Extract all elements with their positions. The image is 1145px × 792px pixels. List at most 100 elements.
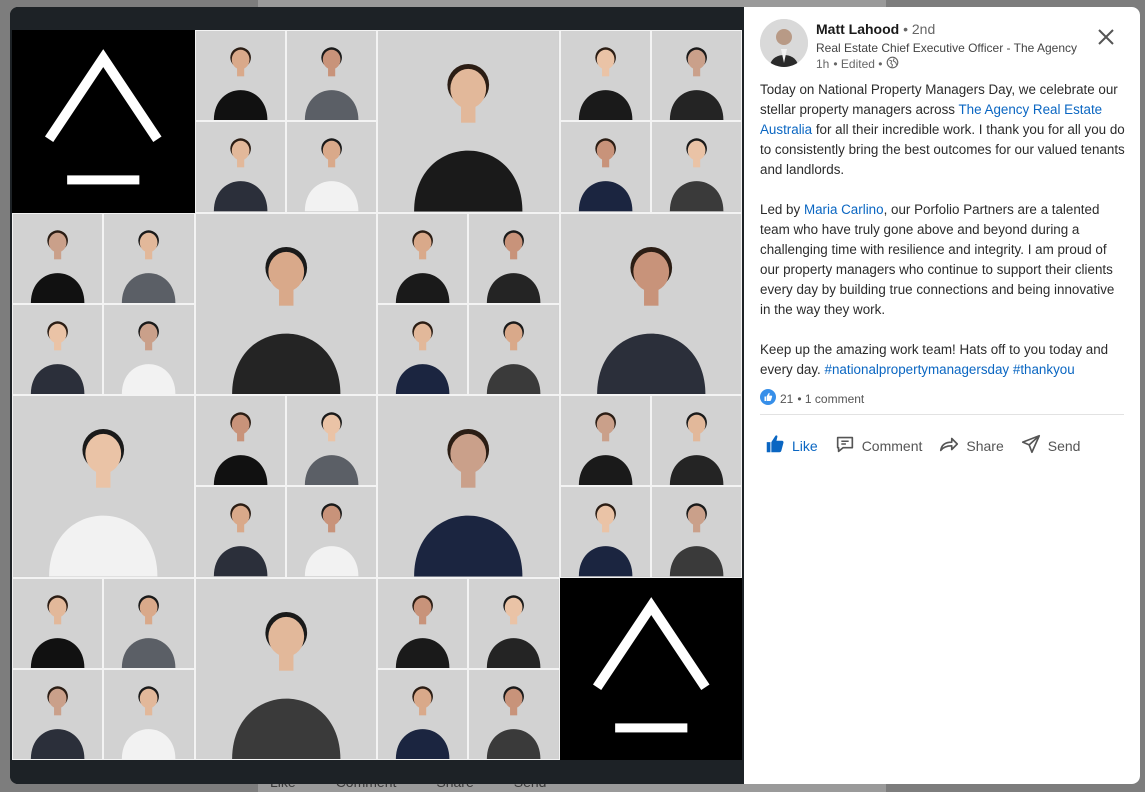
comment-count[interactable]: • 1 comment [797, 392, 864, 406]
like-label: Like [792, 437, 818, 454]
thumbs-up-icon [764, 433, 786, 458]
post-paragraph-3: Keep up the amazing work team! Hats off … [760, 342, 1109, 377]
photo-tile [194, 577, 377, 760]
photo-tile [103, 577, 195, 669]
photo-tile [285, 121, 377, 213]
team-photo [560, 213, 741, 394]
photo-tile [12, 303, 104, 395]
photo-tile [377, 668, 469, 760]
reaction-count[interactable]: 21 [780, 392, 793, 406]
author-name[interactable]: Matt Lahood [816, 21, 899, 37]
photo-tile [194, 30, 286, 122]
close-button[interactable] [1088, 21, 1124, 57]
author-name-line: Matt Lahood • 2nd [816, 21, 935, 37]
avatar[interactable] [760, 19, 808, 67]
team-photo [378, 213, 468, 303]
team-photo [651, 487, 741, 577]
team-photo [378, 396, 559, 577]
team-photo [469, 578, 559, 668]
photo-tile [377, 212, 469, 304]
hashtag-link[interactable]: #nationalpropertymanagersday [825, 362, 1010, 377]
team-photo [104, 669, 194, 759]
post-paragraph-2: Led by Maria Carlino, our Porfolio Partn… [760, 202, 1115, 317]
photo-tile [194, 486, 286, 578]
post-detail-panel: Matt Lahood • 2nd Real Estate Chief Exec… [744, 7, 1140, 784]
team-photo [286, 487, 376, 577]
photo-tile [468, 303, 560, 395]
team-photo [651, 122, 741, 212]
post-modal: Matt Lahood • 2nd Real Estate Chief Exec… [10, 7, 1140, 784]
team-photo [13, 304, 103, 394]
post-body: Today on National Property Managers Day,… [760, 80, 1126, 400]
comment-icon [834, 433, 856, 458]
comment-button[interactable]: Comment [826, 427, 931, 464]
send-icon [1020, 433, 1042, 458]
photo-tile [377, 577, 469, 669]
team-photo [469, 304, 559, 394]
post-paragraph-1: Today on National Property Managers Day,… [760, 82, 1125, 177]
photo-tile [377, 30, 560, 213]
send-button[interactable]: Send [1012, 427, 1089, 464]
logo-tile [559, 577, 742, 760]
share-icon [938, 433, 960, 458]
team-photo [378, 669, 468, 759]
photo-tile [650, 395, 742, 487]
team-photo [13, 578, 103, 668]
photo-mosaic[interactable] [12, 30, 742, 760]
photo-tile [559, 121, 651, 213]
team-photo [651, 396, 741, 486]
photo-tile [650, 486, 742, 578]
media-pane [10, 7, 744, 784]
share-label: Share [966, 437, 1004, 454]
team-photo [286, 122, 376, 212]
team-photo [560, 31, 650, 121]
photo-tile [285, 30, 377, 122]
photo-tile [12, 395, 195, 578]
team-photo [195, 213, 376, 394]
team-photo [651, 31, 741, 121]
agency-logo-icon [13, 31, 194, 212]
like-button[interactable]: Like [756, 427, 826, 464]
photo-tile [103, 668, 195, 760]
action-bar: Like Comment Share Send [756, 427, 1088, 464]
photo-tile [12, 577, 104, 669]
team-photo [378, 578, 468, 668]
team-photo [13, 669, 103, 759]
team-photo [195, 396, 285, 486]
post-edited: • Edited • [833, 57, 883, 71]
photo-tile [377, 395, 560, 578]
agency-logo-icon [560, 578, 741, 759]
photo-tile [285, 486, 377, 578]
share-button[interactable]: Share [930, 427, 1011, 464]
photo-tile [468, 668, 560, 760]
photo-tile [285, 395, 377, 487]
hashtag-link[interactable]: #thankyou [1013, 362, 1075, 377]
team-photo [286, 396, 376, 486]
photo-tile [194, 395, 286, 487]
send-label: Send [1047, 437, 1081, 454]
author-title: Real Estate Chief Executive Officer - Th… [816, 41, 1078, 55]
globe-icon [886, 56, 899, 72]
photo-tile [559, 30, 651, 122]
team-photo [469, 213, 559, 303]
photo-tile [194, 121, 286, 213]
social-counts: 21 • 1 comment [760, 389, 864, 408]
post-time: 1h [816, 57, 830, 71]
photo-tile [12, 212, 104, 304]
team-photo [469, 669, 559, 759]
photo-tile [559, 212, 742, 395]
team-photo [378, 304, 468, 394]
connection-degree: • 2nd [903, 21, 936, 37]
team-photo [560, 487, 650, 577]
photo-tile [468, 577, 560, 669]
photo-tile [468, 212, 560, 304]
photo-tile [103, 212, 195, 304]
photo-tile [650, 30, 742, 122]
person-link[interactable]: Maria Carlino [804, 202, 884, 217]
post-header: Matt Lahood • 2nd Real Estate Chief Exec… [760, 19, 1080, 71]
photo-tile [12, 668, 104, 760]
team-photo [195, 31, 285, 121]
logo-tile [12, 30, 195, 213]
team-photo [104, 304, 194, 394]
post-meta: 1h • Edited • [816, 56, 899, 72]
